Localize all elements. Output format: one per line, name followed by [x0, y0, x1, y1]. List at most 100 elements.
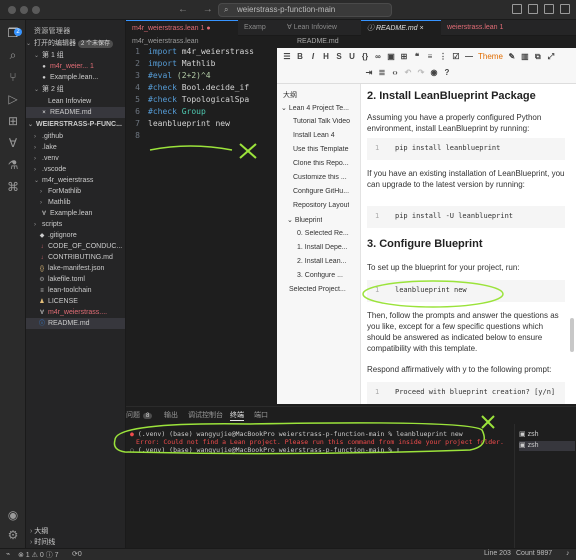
heading-button[interactable]: H	[322, 52, 330, 62]
project-header[interactable]: ⌄ WEIERSTRASS-P-FUNC...	[26, 119, 125, 130]
tab-debug-console[interactable]: 调试控制台	[188, 410, 223, 420]
toggle-panel-icon[interactable]	[528, 4, 538, 14]
tab-problems[interactable]: 问题 8	[126, 410, 153, 420]
hr-button[interactable]: —	[465, 52, 473, 62]
outline-item[interactable]: 2. Install Lean...	[297, 258, 346, 265]
tree-item[interactable]: ⓘ README.md	[26, 318, 125, 329]
tree-item[interactable]: ∀ m4r_weierstrass....	[26, 307, 125, 318]
ul-button[interactable]: ≡	[426, 52, 434, 62]
tree-item[interactable]: ∀ Example.lean	[26, 208, 125, 219]
terminal[interactable]: ● (.venv) (base) wangyujie@MacBookPro we…	[126, 424, 514, 548]
outline-item[interactable]: Configure GitHu...	[293, 188, 349, 195]
table-button[interactable]: ⊞	[400, 52, 408, 62]
list-icon[interactable]: ☰	[283, 52, 291, 62]
toggle-sidebar-icon[interactable]	[512, 4, 522, 14]
redo-icon[interactable]: ↷	[417, 68, 425, 77]
theme-button[interactable]: Theme	[478, 52, 503, 62]
align-icon[interactable]: ≣	[378, 68, 386, 77]
quote-button[interactable]: ❝	[413, 52, 421, 62]
tab-terminal[interactable]: 终端	[230, 410, 244, 421]
code-inline-icon[interactable]: ‹›	[391, 68, 399, 77]
toggle-secondary-sidebar-icon[interactable]	[544, 4, 554, 14]
terminal-instance[interactable]: ▣ zsh	[519, 441, 575, 451]
edit-icon[interactable]: ✎	[508, 52, 516, 62]
tab-example[interactable]: Examp	[238, 20, 281, 36]
python-icon[interactable]: ⌘	[6, 180, 20, 194]
outline-item[interactable]: 1. Install Depe...	[297, 244, 348, 251]
tree-item[interactable]: {} lake-manifest.json	[26, 263, 125, 274]
settings-gear-icon[interactable]: ⚙	[6, 528, 20, 542]
indent-icon[interactable]: ⇥	[365, 68, 373, 77]
tree-item[interactable]: ◆ .gitignore	[26, 230, 125, 241]
outline-item[interactable]: Use this Template	[293, 146, 349, 153]
task-button[interactable]: ☑	[452, 52, 460, 62]
remote-indicator[interactable]: ⌁	[6, 550, 10, 558]
open-editors-header[interactable]: ⌄ 打开的编辑器 2 个未保存	[26, 38, 125, 49]
code-editor[interactable]: 1 import m4r_weierstrass 2 import Mathlib …	[126, 46, 281, 142]
timeline-section[interactable]: › 时间线	[26, 537, 125, 548]
customize-layout-icon[interactable]	[560, 4, 570, 14]
outline-item[interactable]: ⌄ Lean 4 Project Te...	[281, 104, 349, 112]
image-button[interactable]: ▣	[387, 52, 395, 62]
tree-item[interactable]: ↓ CONTRIBUTING.md	[26, 252, 125, 263]
outline-section[interactable]: › 大纲	[26, 526, 125, 537]
zoom-window-button[interactable]	[32, 6, 40, 14]
tree-item[interactable]: › Mathlib	[26, 197, 125, 208]
source-control-icon[interactable]: ⑂	[6, 70, 20, 84]
tab-lean-infoview[interactable]: ∀ Lean Infoview	[281, 20, 361, 36]
run-debug-icon[interactable]: ▷	[6, 92, 20, 106]
copy-icon[interactable]: ⧉	[534, 52, 542, 62]
minimize-window-button[interactable]	[20, 6, 28, 14]
nav-arrows-icon[interactable]: ← →	[178, 4, 219, 15]
markdown-content[interactable]: 2. Install LeanBlueprint Package Assumin…	[367, 84, 567, 404]
sync-status[interactable]: ⟳ 0	[72, 550, 82, 558]
markdown-scrollbar[interactable]	[570, 318, 574, 352]
tree-item[interactable]: ↓ CODE_OF_CONDUC...	[26, 241, 125, 252]
open-file-m4r[interactable]: ● m4r_weier... 1	[26, 61, 125, 72]
group2-header[interactable]: ⌄ 第 2 组	[26, 84, 125, 95]
open-file-readme[interactable]: × README.md	[26, 107, 125, 118]
tab-m4r-weierstrass[interactable]: m4r_weierstrass.lean 1 ●	[126, 20, 238, 36]
link-button[interactable]: ∞	[374, 52, 382, 62]
outline-item[interactable]: Clone this Repo...	[293, 160, 349, 167]
tree-item[interactable]: › ForMathlib	[26, 186, 125, 197]
outline-item[interactable]: 0. Selected Re...	[297, 230, 349, 237]
tree-item[interactable]: › .github	[26, 131, 125, 142]
italic-button[interactable]: I	[309, 52, 317, 62]
outline-item[interactable]: Repository Layout	[293, 202, 349, 209]
tree-item[interactable]: ≡ lean-toolchain	[26, 285, 125, 296]
fullscreen-icon[interactable]: ⤢	[547, 52, 555, 62]
tree-item[interactable]: ♟ LICENSE	[26, 296, 125, 307]
tree-item[interactable]: ⚙ lakefile.toml	[26, 274, 125, 285]
preview-breadcrumb[interactable]: README.md	[281, 36, 576, 48]
tree-item[interactable]: › .vscode	[26, 164, 125, 175]
outline-item[interactable]: Customize this ...	[293, 174, 347, 181]
lean-icon[interactable]: ∀	[6, 136, 20, 150]
preview-icon[interactable]: ◉	[430, 68, 438, 77]
group1-header[interactable]: ⌄ 第 1 组	[26, 50, 125, 61]
account-icon[interactable]: ◉	[6, 508, 20, 522]
line-status[interactable]: Line 203	[484, 550, 511, 557]
tree-item[interactable]: ⌄ m4r_weierstrass	[26, 175, 125, 186]
problems-status[interactable]: ⊗ 1 ⚠ 0 ⓘ 7	[18, 550, 59, 560]
testing-icon[interactable]: ⚗	[6, 158, 20, 172]
tree-item[interactable]: › scripts	[26, 219, 125, 230]
extensions-icon[interactable]: ⊞	[6, 114, 20, 128]
outline-item[interactable]: 3. Configure ...	[297, 272, 343, 279]
tree-item[interactable]: › .lake	[26, 142, 125, 153]
outline-item[interactable]: Install Lean 4	[293, 132, 335, 139]
count-status[interactable]: Count 9897	[516, 550, 552, 557]
outline-item[interactable]: Tutorial Talk Video	[293, 118, 350, 125]
underline-button[interactable]: U	[348, 52, 356, 62]
tab-weierstrass[interactable]: weierstrass.lean 1	[441, 20, 553, 36]
tab-readme[interactable]: ⓘ README.md ×	[361, 20, 441, 36]
outline-item[interactable]: ⌄ Blueprint	[287, 216, 322, 224]
undo-icon[interactable]: ↶	[404, 68, 412, 77]
help-icon[interactable]: ?	[443, 68, 451, 77]
bell-icon[interactable]: ♪	[566, 550, 570, 557]
strike-button[interactable]: S	[335, 52, 343, 62]
tab-output[interactable]: 输出	[164, 410, 178, 420]
tab-ports[interactable]: 端口	[254, 410, 268, 420]
breadcrumb[interactable]: m4r_weierstrass.lean	[132, 38, 199, 45]
split-icon[interactable]: ▥	[521, 52, 529, 62]
